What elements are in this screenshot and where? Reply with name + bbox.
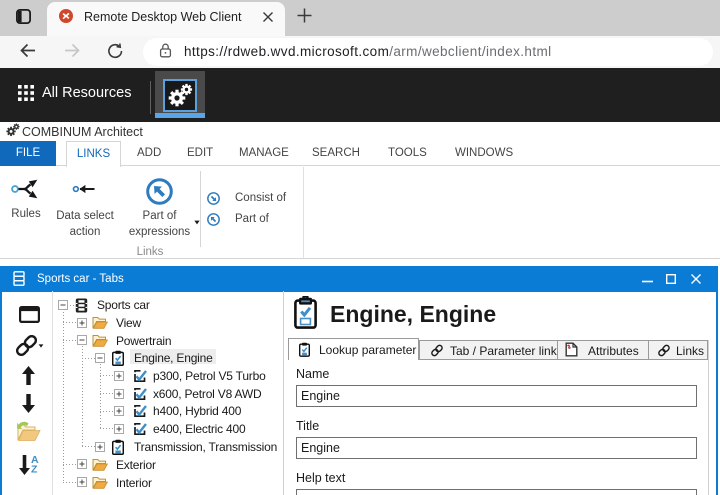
svg-text:Z: Z <box>31 464 38 476</box>
